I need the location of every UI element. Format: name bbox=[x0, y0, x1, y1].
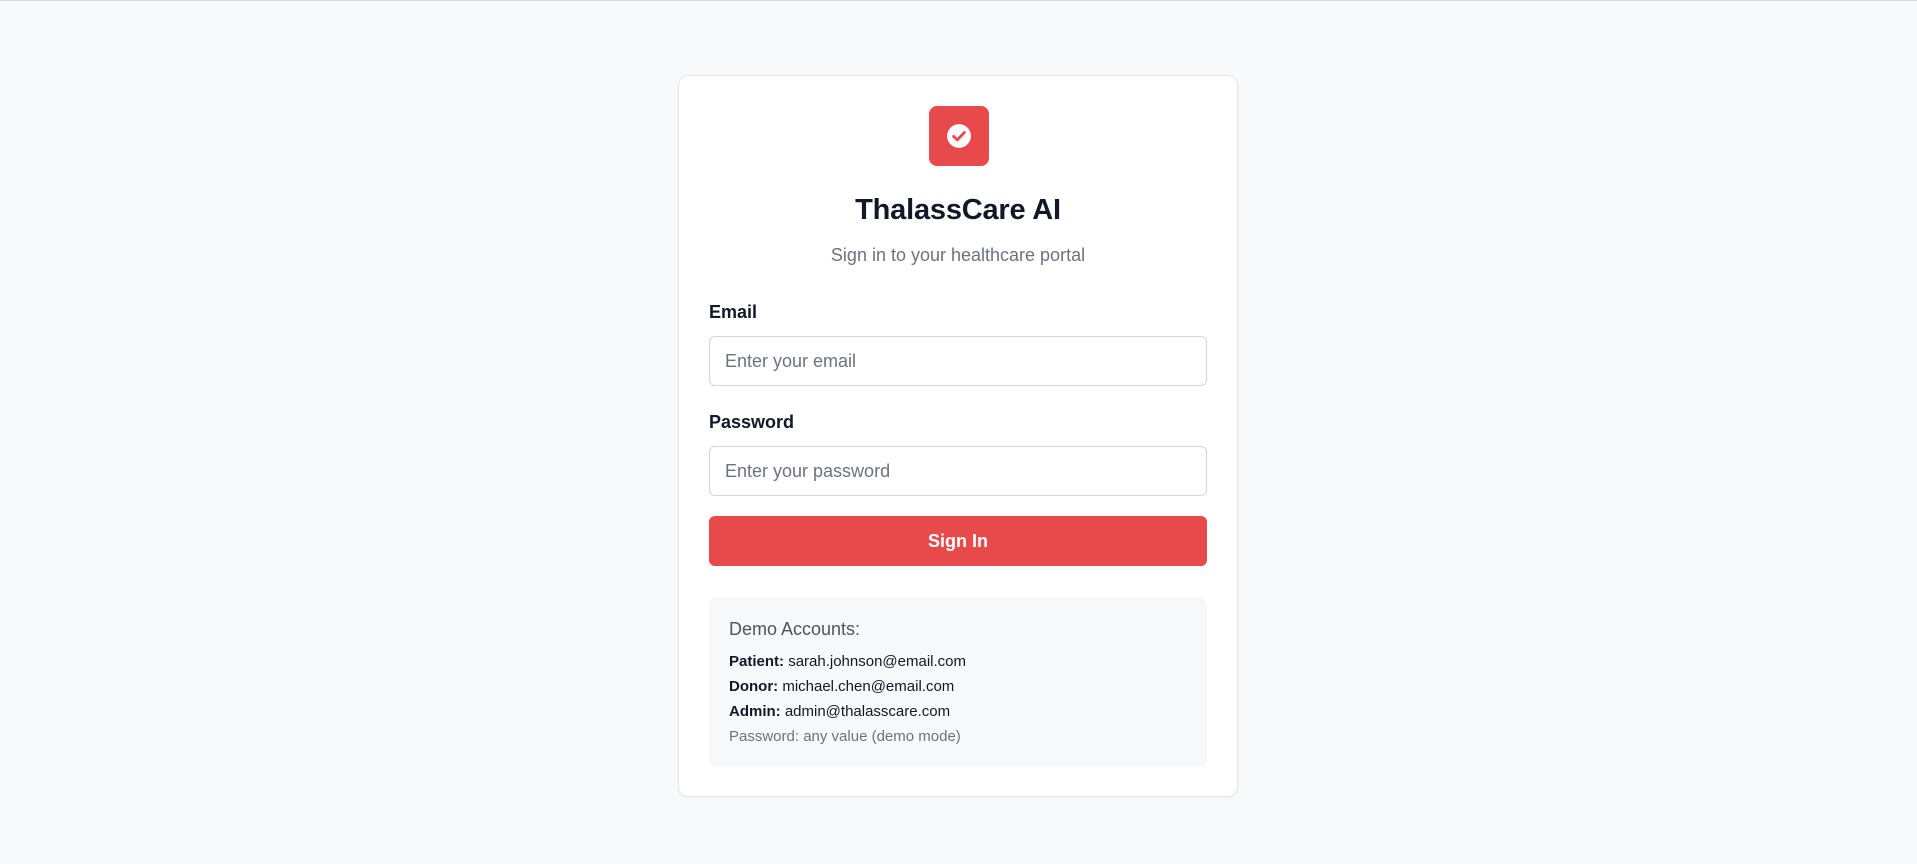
email-label: Email bbox=[709, 302, 758, 322]
demo-accounts-panel: Demo Accounts: Patient: sarah.johnson@em… bbox=[709, 597, 1207, 767]
password-input[interactable] bbox=[709, 446, 1207, 496]
app-logo bbox=[929, 106, 989, 166]
demo-account-donor: Donor: michael.chen@email.com bbox=[729, 678, 954, 695]
window-top-border bbox=[0, 0, 1917, 1]
password-label: Password bbox=[709, 412, 795, 432]
login-card: ThalassCare AI Sign in to your healthcar… bbox=[678, 75, 1238, 797]
demo-password-note: Password: any value (demo mode) bbox=[729, 728, 961, 745]
demo-account-role: Admin: bbox=[729, 703, 785, 720]
demo-account-patient: Patient: sarah.johnson@email.com bbox=[729, 653, 966, 670]
demo-account-email: michael.chen@email.com bbox=[782, 678, 955, 695]
email-input[interactable] bbox=[709, 336, 1207, 386]
demo-accounts-title: Demo Accounts: bbox=[729, 619, 861, 639]
sign-in-button[interactable]: Sign In bbox=[709, 516, 1207, 566]
check-circle-icon bbox=[947, 124, 971, 148]
page-title: ThalassCare AI bbox=[855, 194, 1061, 226]
demo-account-role: Donor: bbox=[729, 678, 783, 695]
page-subtitle: Sign in to your healthcare portal bbox=[830, 245, 1086, 265]
demo-account-role: Patient: bbox=[729, 653, 789, 670]
demo-account-email: admin@thalasscare.com bbox=[784, 703, 951, 720]
demo-account-admin: Admin: admin@thalasscare.com bbox=[729, 703, 950, 720]
demo-account-email: sarah.johnson@email.com bbox=[788, 653, 966, 670]
